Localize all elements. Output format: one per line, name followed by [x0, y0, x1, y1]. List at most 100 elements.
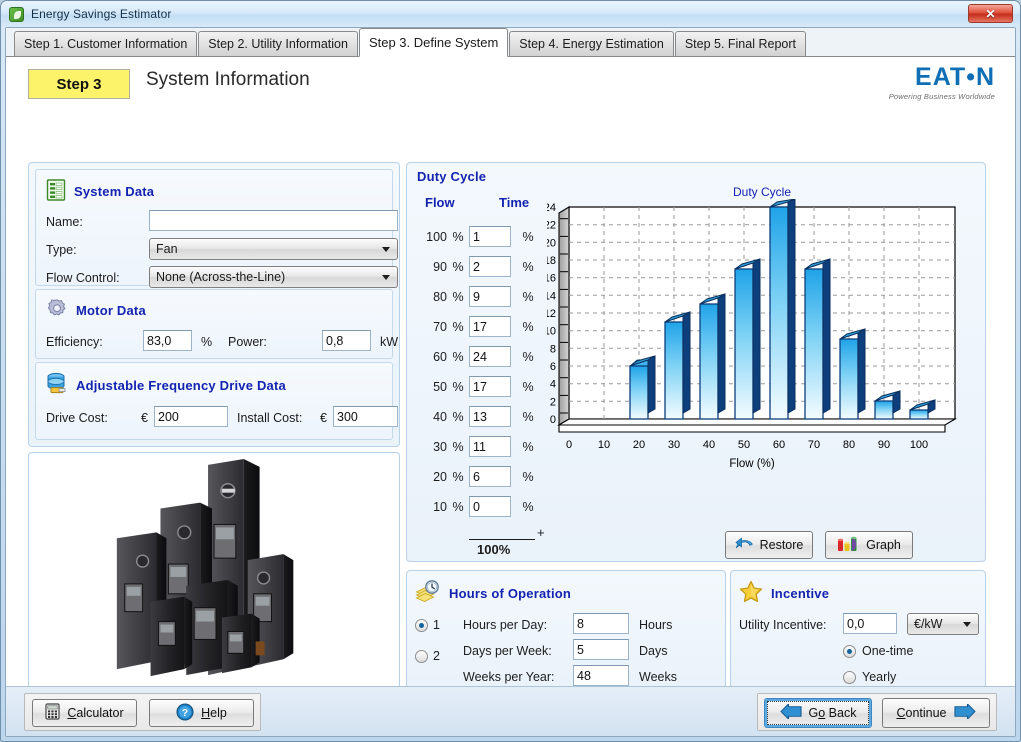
option-2-radio[interactable]: 2 [415, 649, 440, 663]
footer-left-group: Calculator ? Help [24, 693, 261, 731]
bar-chart-icon [837, 536, 859, 555]
flow-unit: % [452, 229, 464, 244]
time-input[interactable] [469, 316, 511, 337]
install-cost-input[interactable] [333, 406, 398, 427]
graph-button[interactable]: Graph [825, 531, 913, 559]
radio-icon [843, 670, 856, 684]
chart-title: Duty Cycle [732, 185, 791, 199]
power-label: Power: [228, 335, 267, 349]
utility-incentive-input[interactable] [843, 613, 897, 634]
svg-text:6: 6 [550, 361, 556, 373]
svg-text:20: 20 [633, 439, 645, 451]
yearly-label: Yearly [862, 670, 897, 684]
type-select[interactable]: Fan [149, 238, 398, 260]
bar-50 [734, 258, 761, 420]
onetime-radio[interactable]: One-time [843, 644, 913, 658]
time-unit: % [522, 409, 534, 424]
step-badge: Step 3 [28, 69, 130, 99]
page-header: Step 3 System Information EAT•N Powering… [6, 57, 1015, 107]
flow-unit: % [452, 289, 464, 304]
tab-page-define-system: Step 3 System Information EAT•N Powering… [6, 57, 1015, 736]
continue-button-label: Continue [896, 706, 946, 720]
bar-20 [628, 355, 656, 420]
flow-value: 50 [433, 379, 447, 394]
svg-text:30: 30 [668, 439, 680, 451]
efficiency-input[interactable] [143, 330, 192, 351]
power-unit: kW [380, 335, 399, 349]
help-mnemonic: H [201, 706, 211, 720]
option-2-label: 2 [433, 649, 440, 663]
flow-value: 40 [433, 409, 447, 424]
time-input[interactable] [469, 286, 511, 307]
drive-cost-input[interactable] [154, 406, 228, 427]
time-unit: % [522, 289, 534, 304]
tab-step5[interactable]: Step 5. Final Report [674, 31, 806, 56]
duty-cycle-row: 70 % % [413, 316, 539, 337]
days-per-week-input[interactable] [573, 639, 629, 660]
svg-text:16: 16 [547, 273, 556, 285]
tab-step3[interactable]: Step 3. Define System [358, 28, 509, 57]
close-icon[interactable]: ✕ [968, 4, 1013, 23]
calculator-button[interactable]: Calculator [32, 699, 137, 727]
duty-cycle-row: 80 % % [413, 286, 539, 307]
time-input[interactable] [469, 406, 511, 427]
incentive-unit-value: €/kW [914, 617, 943, 631]
bar-30 [664, 311, 691, 420]
duty-cycle-total: 100% [477, 542, 511, 557]
tab-step1[interactable]: Step 1. Customer Information [14, 31, 198, 56]
restore-button[interactable]: Restore [725, 531, 813, 559]
system-data-header: System Data [46, 179, 154, 204]
time-input[interactable] [469, 226, 511, 247]
chart-xlabel: Flow (%) [729, 458, 775, 470]
time-unit: % [522, 259, 534, 274]
document-list-icon [46, 179, 66, 204]
tab-step2[interactable]: Step 2. Utility Information [198, 31, 358, 56]
svg-text:18: 18 [547, 255, 556, 267]
sum-plus-sign: + [537, 525, 545, 540]
undo-arrow-icon [734, 536, 753, 555]
time-input[interactable] [469, 256, 511, 277]
name-input[interactable] [149, 210, 398, 231]
chevron-down-icon [382, 275, 390, 280]
continue-button[interactable]: Continue [882, 698, 990, 728]
time-input[interactable] [469, 466, 511, 487]
time-input[interactable] [469, 496, 511, 517]
system-data-title: System Data [74, 184, 155, 199]
flow-value: 100 [426, 229, 447, 244]
power-input[interactable] [322, 330, 371, 351]
option-1-radio[interactable]: 1 [415, 618, 440, 632]
hours-header: Hours of Operation [415, 580, 571, 607]
flow-value: 30 [433, 439, 447, 454]
flow-unit: % [452, 409, 464, 424]
weeks-per-year-input[interactable] [573, 665, 629, 686]
drive-cost-currency: € [141, 411, 148, 425]
time-input[interactable] [469, 376, 511, 397]
calculator-icon [45, 703, 60, 723]
time-input[interactable] [469, 436, 511, 457]
right-arrow-icon [953, 702, 976, 722]
flow-control-select[interactable]: None (Across-the-Line) [149, 266, 398, 288]
go-back-button[interactable]: Go Back [764, 698, 872, 728]
svg-text:40: 40 [703, 439, 715, 451]
flow-value: 20 [433, 469, 447, 484]
incentive-unit-select[interactable]: €/kW [907, 613, 979, 635]
flow-control-label: Flow Control: [46, 271, 120, 285]
svg-text:?: ? [182, 707, 188, 719]
hours-per-day-input[interactable] [573, 613, 629, 634]
duty-cycle-row: 20 % % [413, 466, 539, 487]
svg-text:100: 100 [910, 439, 928, 451]
yearly-radio[interactable]: Yearly [843, 670, 896, 684]
svg-text:10: 10 [547, 326, 556, 338]
gear-icon [46, 298, 68, 323]
duty-cycle-row: 30 % % [413, 436, 539, 457]
radio-icon [415, 649, 428, 663]
tab-strip: Step 1. Customer Information Step 2. Uti… [6, 28, 1015, 57]
tab-step4[interactable]: Step 4. Energy Estimation [509, 31, 674, 56]
time-unit: % [522, 499, 534, 514]
flow-control-value: None (Across-the-Line) [156, 270, 286, 284]
help-button[interactable]: ? Help [149, 699, 254, 727]
time-input[interactable] [469, 346, 511, 367]
calculator-button-label: Calculator [67, 706, 123, 720]
flow-unit: % [452, 349, 464, 364]
svg-text:24: 24 [547, 202, 556, 214]
